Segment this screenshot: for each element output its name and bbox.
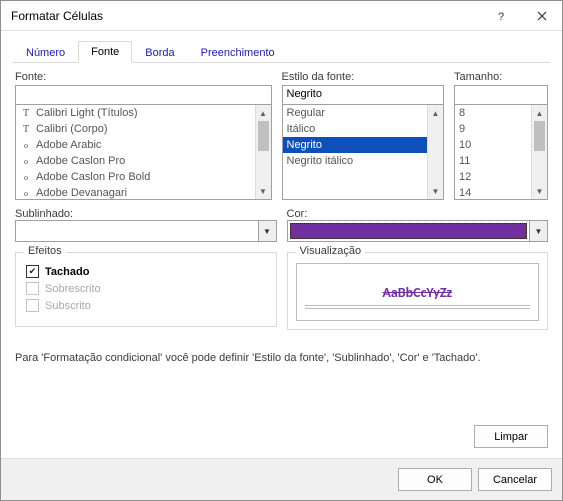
tab-fonte[interactable]: Fonte xyxy=(78,41,132,63)
scroll-up-icon[interactable]: ▲ xyxy=(428,105,443,121)
opentype-icon: ℴ xyxy=(20,156,32,167)
svg-text:?: ? xyxy=(498,11,504,21)
ok-button[interactable]: OK xyxy=(398,468,472,491)
color-swatch xyxy=(290,223,528,239)
color-label: Cor: xyxy=(287,208,308,220)
format-cells-dialog: Formatar Células ? Número Fonte Borda Pr… xyxy=(0,0,563,501)
font-item: ℴAdobe Arabic xyxy=(16,137,255,153)
scrollbar[interactable]: ▲ ▼ xyxy=(531,105,547,199)
font-input[interactable] xyxy=(15,85,272,105)
style-item: Negrito itálico xyxy=(283,153,427,169)
size-item: 8 xyxy=(455,105,531,121)
strikethrough-checkbox[interactable]: Tachado xyxy=(26,265,266,278)
scroll-up-icon[interactable]: ▲ xyxy=(256,105,271,121)
preview-box: AaBbCcYyZz xyxy=(296,263,540,321)
subscript-checkbox: Subscrito xyxy=(26,299,266,312)
hint-text: Para 'Formatação condicional' você pode … xyxy=(15,352,548,364)
opentype-icon: ℴ xyxy=(20,140,32,151)
preview-legend: Visualização xyxy=(296,245,366,257)
scroll-thumb[interactable] xyxy=(258,121,269,151)
style-input[interactable]: Negrito xyxy=(282,85,444,105)
tab-numero[interactable]: Número xyxy=(13,42,78,63)
style-label: Estilo da fonte: xyxy=(282,71,444,83)
size-item: 11 xyxy=(455,153,531,169)
clear-button[interactable]: Limpar xyxy=(474,425,548,448)
chevron-down-icon[interactable]: ▼ xyxy=(258,221,276,241)
size-item: 14 xyxy=(455,185,531,199)
style-item: Itálico xyxy=(283,121,427,137)
help-button[interactable]: ? xyxy=(482,1,522,31)
font-item: ℴAdobe Caslon Pro Bold xyxy=(16,169,255,185)
font-label: Fonte: xyxy=(15,71,272,83)
checkbox-icon xyxy=(26,282,39,295)
color-combo[interactable]: ▼ xyxy=(287,220,549,242)
size-item: 10 xyxy=(455,137,531,153)
truetype-icon: T xyxy=(20,124,32,135)
underline-combo[interactable]: ▼ xyxy=(15,220,277,242)
scroll-down-icon[interactable]: ▼ xyxy=(256,183,271,199)
preview-group: Visualização AaBbCcYyZz xyxy=(287,252,549,330)
scrollbar[interactable]: ▲ ▼ xyxy=(255,105,271,199)
effects-group: Efeitos Tachado Sobrescrito Subscrito xyxy=(15,252,277,327)
font-item: ℴAdobe Devanagari xyxy=(16,185,255,199)
checkbox-icon xyxy=(26,265,39,278)
tab-preenchimento[interactable]: Preenchimento xyxy=(188,42,288,63)
underline-label: Sublinhado: xyxy=(15,208,73,220)
scroll-thumb[interactable] xyxy=(534,121,545,151)
scrollbar[interactable]: ▲ ▼ xyxy=(427,105,443,199)
window-title: Formatar Células xyxy=(11,9,482,23)
size-input[interactable] xyxy=(454,85,548,105)
superscript-checkbox: Sobrescrito xyxy=(26,282,266,295)
size-item: 12 xyxy=(455,169,531,185)
scroll-down-icon[interactable]: ▼ xyxy=(532,183,547,199)
size-label: Tamanho: xyxy=(454,71,548,83)
font-item: TCalibri Light (Títulos) xyxy=(16,105,255,121)
font-list[interactable]: TCalibri Light (Títulos) TCalibri (Corpo… xyxy=(15,104,272,200)
style-item: Regular xyxy=(283,105,427,121)
scroll-up-icon[interactable]: ▲ xyxy=(532,105,547,121)
scroll-down-icon[interactable]: ▼ xyxy=(428,183,443,199)
tab-borda[interactable]: Borda xyxy=(132,42,187,63)
checkbox-icon xyxy=(26,299,39,312)
titlebar: Formatar Células ? xyxy=(1,1,562,31)
opentype-icon: ℴ xyxy=(20,188,32,199)
close-button[interactable] xyxy=(522,1,562,31)
chevron-down-icon[interactable]: ▼ xyxy=(529,221,547,241)
style-item: Negrito xyxy=(283,137,427,153)
truetype-icon: T xyxy=(20,108,32,119)
tabs: Número Fonte Borda Preenchimento xyxy=(13,39,550,63)
font-item: ℴAdobe Caslon Pro xyxy=(16,153,255,169)
cancel-button[interactable]: Cancelar xyxy=(478,468,552,491)
font-item: TCalibri (Corpo) xyxy=(16,121,255,137)
opentype-icon: ℴ xyxy=(20,172,32,183)
size-list[interactable]: 8 9 10 11 12 14 ▲ ▼ xyxy=(454,104,548,200)
preview-sample: AaBbCcYyZz xyxy=(382,284,452,301)
dialog-footer: OK Cancelar xyxy=(1,458,562,500)
size-item: 9 xyxy=(455,121,531,137)
effects-legend: Efeitos xyxy=(24,245,66,257)
style-list[interactable]: Regular Itálico Negrito Negrito itálico … xyxy=(282,104,444,200)
